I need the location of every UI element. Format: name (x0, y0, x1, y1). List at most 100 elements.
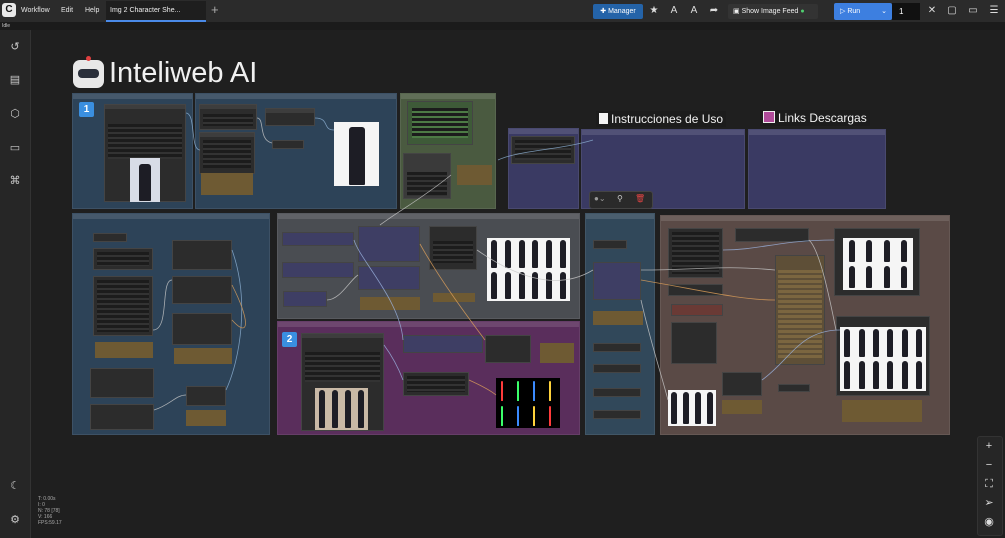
upscale-node-c[interactable] (593, 343, 641, 352)
zoom-out-minus-icon[interactable]: − (979, 456, 999, 474)
show-image-feed-button[interactable]: ▣ Show Image Feed ● (728, 4, 818, 19)
controlnet-loader-node[interactable] (407, 101, 473, 145)
window-square-icon[interactable]: ▢ (945, 4, 959, 18)
character-figure (707, 392, 713, 424)
note-node-4[interactable] (174, 348, 232, 364)
folder-icon[interactable]: ▭ (7, 140, 23, 156)
upscale-node-d[interactable] (593, 364, 641, 373)
note-node-3[interactable] (95, 342, 153, 358)
downloads-note-title[interactable]: Links Descargas (760, 110, 870, 126)
upscale-node-a[interactable] (593, 240, 627, 249)
gen-node-c[interactable] (283, 291, 327, 307)
pose-node-b[interactable] (403, 372, 469, 396)
fit-view-icon[interactable]: ⛶ (979, 475, 999, 493)
note-node-10[interactable] (722, 400, 762, 414)
output-sheet-preview-a (843, 238, 913, 290)
sampler-node-b[interactable] (93, 248, 153, 270)
note-node-2[interactable] (457, 165, 492, 185)
settings-gear-icon[interactable]: ⚙ (7, 512, 23, 528)
selection-toolbox[interactable]: ●⌄ ⚲ 🗑 (589, 191, 653, 209)
output-node-g[interactable] (722, 372, 762, 396)
output-node-a[interactable] (668, 228, 723, 278)
comfy-logo-icon[interactable]: C (2, 3, 16, 17)
group-downloads[interactable] (748, 129, 886, 209)
character-figure (844, 361, 851, 389)
character-figure (695, 392, 701, 424)
sampler-node-c[interactable] (93, 276, 153, 336)
reroute-node[interactable] (272, 140, 304, 149)
sampler-node-f[interactable] (172, 313, 232, 345)
note-node-5[interactable] (186, 410, 226, 426)
select-pointer-icon[interactable]: ➢ (979, 494, 999, 512)
node-library-cube-icon[interactable]: ⬡ (7, 106, 23, 122)
character-figure (883, 240, 890, 262)
note-node-9[interactable] (593, 311, 643, 325)
output-node-c[interactable] (671, 304, 723, 316)
close-x-icon[interactable]: ✕ (925, 4, 939, 18)
text-annotate-icon[interactable]: A (667, 4, 681, 18)
instructions-note-title[interactable]: Instrucciones de Uso (596, 111, 727, 127)
preview-image-thumbnail (334, 122, 379, 186)
note-node-11[interactable] (842, 400, 922, 422)
history-icon[interactable]: ↺ (7, 39, 23, 55)
pose-node-c[interactable] (485, 335, 531, 363)
new-tab-plus-icon[interactable]: + (211, 2, 219, 17)
output-node-h[interactable] (778, 384, 810, 392)
sampler-node-e[interactable] (172, 276, 232, 304)
controlnet-apply-node[interactable] (403, 153, 451, 199)
share-arrow-icon[interactable]: ➦ (707, 4, 721, 18)
note-node-7[interactable] (433, 293, 475, 302)
text-annotate-alt-icon[interactable]: A (687, 4, 701, 18)
sampler-node-a[interactable] (93, 233, 127, 242)
note-node-8[interactable] (540, 343, 574, 363)
queue-list-icon[interactable]: ▤ (7, 72, 23, 88)
sampler-node-h[interactable] (90, 404, 154, 430)
panel-toggle-icon[interactable]: ▭ (966, 4, 980, 18)
pin-icon[interactable]: ⚲ (617, 194, 623, 203)
gen-node-b[interactable] (282, 262, 354, 278)
output-node-b[interactable] (668, 284, 723, 296)
note-node[interactable] (201, 173, 253, 195)
menu-edit[interactable]: Edit (61, 3, 73, 19)
menu-workflow[interactable]: Workflow (21, 3, 50, 19)
prompt-node-a[interactable] (199, 104, 257, 130)
run-button[interactable]: ▷ Run ⌄ (834, 3, 892, 20)
upscale-node-e[interactable] (593, 388, 641, 397)
character-sheet-preview (487, 238, 570, 301)
star-icon[interactable]: ★ (647, 4, 661, 18)
run-count-input[interactable]: 1 (892, 3, 920, 20)
note-node-6[interactable] (360, 297, 420, 310)
stat-fps: FPS:59.17 (38, 520, 62, 526)
zoom-in-plus-icon[interactable]: + (979, 437, 999, 455)
model-tree-icon[interactable]: ⌘ (7, 173, 23, 189)
sampler-node-d[interactable] (172, 240, 232, 270)
toggle-visibility-eye-icon[interactable]: ◉ (979, 513, 999, 531)
upscale-node-f[interactable] (593, 410, 641, 419)
upscale-node-b[interactable] (593, 262, 641, 300)
character-figure (915, 361, 922, 389)
gen-node-e[interactable] (358, 266, 420, 290)
hamburger-menu-icon[interactable]: ☰ (987, 4, 1001, 18)
prompt-node-c[interactable] (199, 132, 255, 174)
models-node[interactable] (511, 136, 575, 164)
chevron-down-icon[interactable]: ⌄ (881, 3, 887, 20)
character-figure (318, 390, 325, 428)
output-node-f[interactable] (775, 255, 825, 365)
theme-moon-icon[interactable]: ☾ (7, 478, 23, 494)
gen-node-a[interactable] (282, 232, 354, 246)
output-node-e[interactable] (735, 228, 809, 242)
output-node-d[interactable] (671, 322, 717, 364)
color-picker-icon[interactable]: ●⌄ (594, 194, 606, 203)
character-figure (560, 271, 567, 299)
sampler-node-g[interactable] (90, 368, 154, 398)
tab-workflow[interactable]: Img 2 Character She... (106, 1, 206, 22)
gen-node-f[interactable] (429, 226, 477, 270)
floppy-disk-icon (763, 111, 775, 123)
sampler-node-i[interactable] (186, 386, 226, 406)
menu-help[interactable]: Help (85, 3, 99, 19)
prompt-node-b[interactable] (265, 108, 315, 126)
pose-node-a[interactable] (403, 335, 483, 353)
gen-node-d[interactable] (358, 226, 420, 262)
delete-trash-icon[interactable]: 🗑 (635, 194, 645, 203)
manager-button[interactable]: ✚ Manager (593, 4, 643, 19)
